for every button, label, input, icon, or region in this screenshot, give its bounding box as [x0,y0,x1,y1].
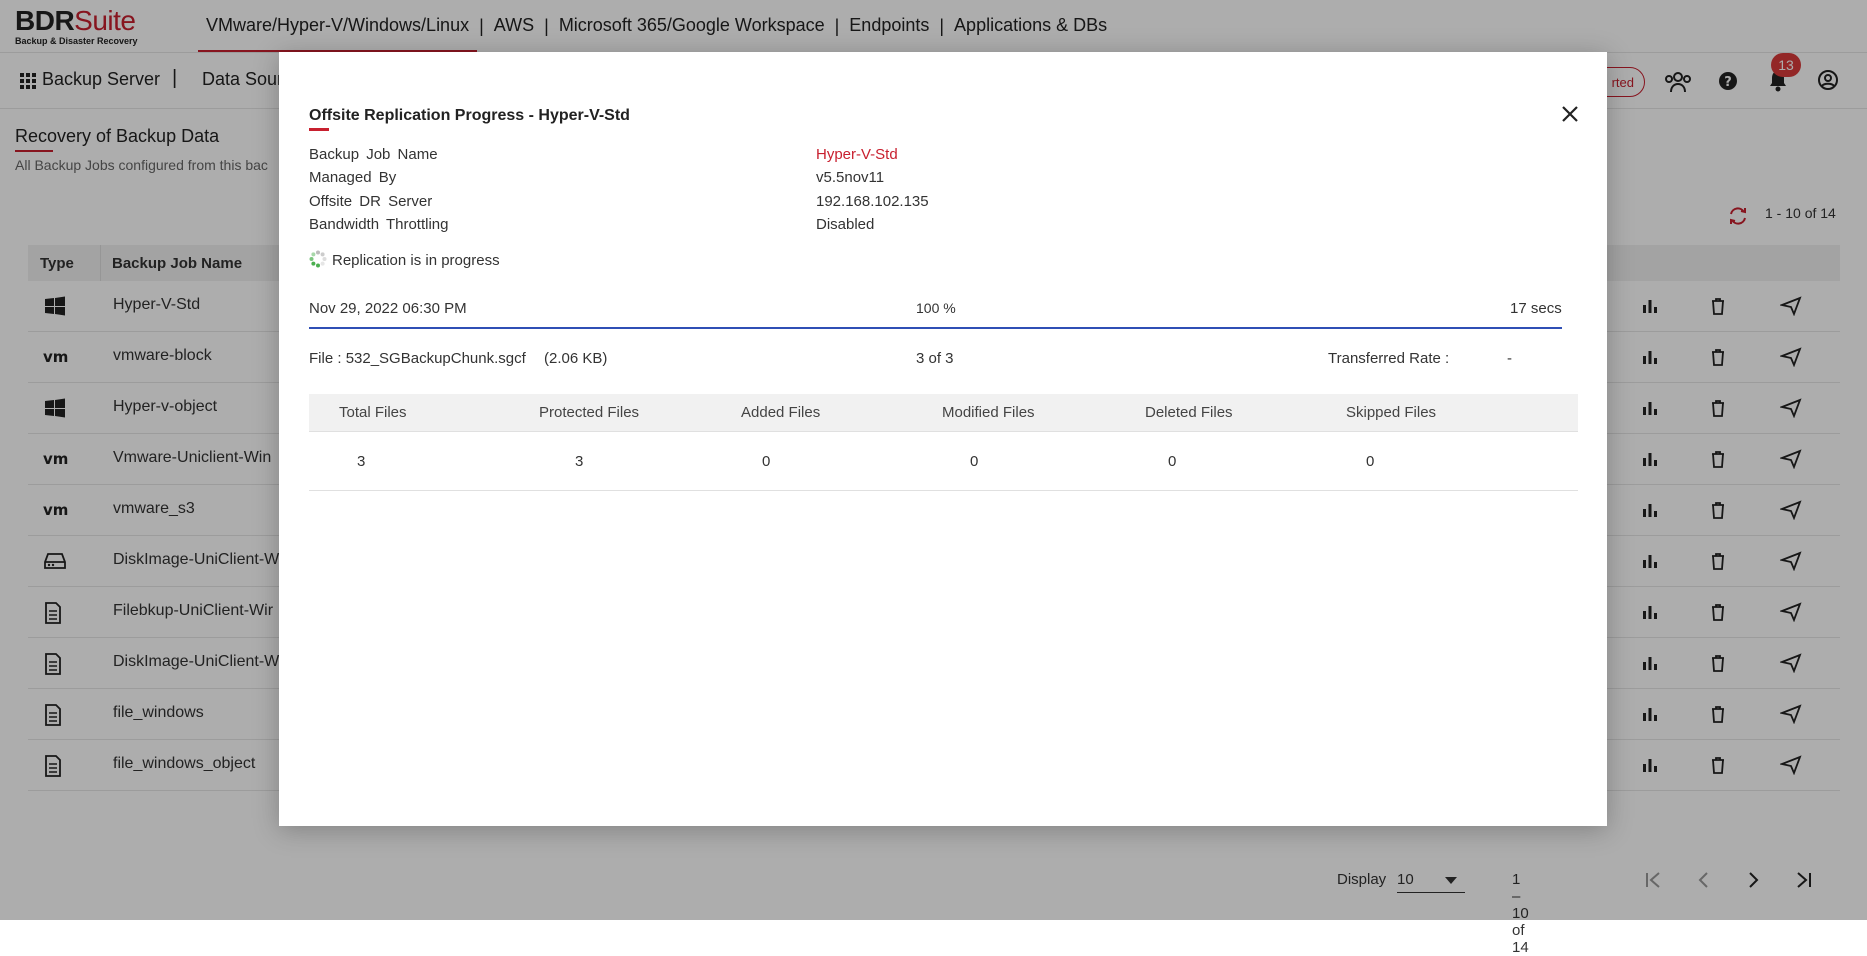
transferred-rate-value: - [1507,350,1512,367]
progress-date: Nov 29, 2022 06:30 PM [309,300,467,317]
stats-header-row: Total Files Protected Files Added Files … [309,394,1578,432]
stats-value-protected: 3 [575,453,584,470]
label-backup-job-name: Backup Job Name [309,146,438,163]
file-info: File : 532_SGBackupChunk.sgcf (2.06 KB) [309,350,607,367]
stats-header-modified: Modified Files [942,404,1035,421]
replication-status: Replication is in progress [332,252,500,269]
dialog-title: Offsite Replication Progress - Hyper-V-S… [309,107,630,124]
value-backup-job-name: Hyper-V-Std [816,146,898,163]
value-offsite-dr-server: 192.168.102.135 [816,193,929,210]
close-icon[interactable] [1559,103,1581,125]
dialog-title-underline [309,128,329,131]
stats-header-skipped: Skipped Files [1346,404,1437,421]
progress-bar [309,327,1562,329]
stats-header-protected: Protected Files [539,404,640,421]
progress-percent: 100 % [916,300,956,316]
transferred-rate-label: Transferred Rate : [1328,350,1450,367]
stats-value-row: 3 3 0 0 0 0 [309,432,1578,491]
spinner-icon [309,250,327,268]
file-size: (2.06 KB) [543,350,608,367]
replication-progress-dialog: Offsite Replication Progress - Hyper-V-S… [279,52,1607,826]
file-label: File : [309,350,342,367]
label-managed-by: Managed By [309,169,397,186]
stats-header-total: Total Files [339,404,407,421]
stats-value-deleted: 0 [1168,453,1177,470]
stats-value-total: 3 [357,453,366,470]
value-managed-by: v5.5nov11 [816,169,885,186]
stats-header-deleted: Deleted Files [1145,404,1233,421]
stats-value-modified: 0 [970,453,979,470]
value-bandwidth-throttling: Disabled [816,216,875,233]
file-stats-table: Total Files Protected Files Added Files … [309,394,1578,491]
stats-header-added: Added Files [741,404,821,421]
label-offsite-dr-server: Offsite DR Server [309,193,433,210]
stats-value-added: 0 [762,453,771,470]
file-name: 532_SGBackupChunk.sgcf [345,350,526,367]
progress-elapsed: 17 secs [1510,300,1562,317]
label-bandwidth-throttling: Bandwidth Throttling [309,216,449,233]
file-count: 3 of 3 [916,350,954,367]
progress-bar-fill [309,327,1562,329]
stats-value-skipped: 0 [1366,453,1375,470]
